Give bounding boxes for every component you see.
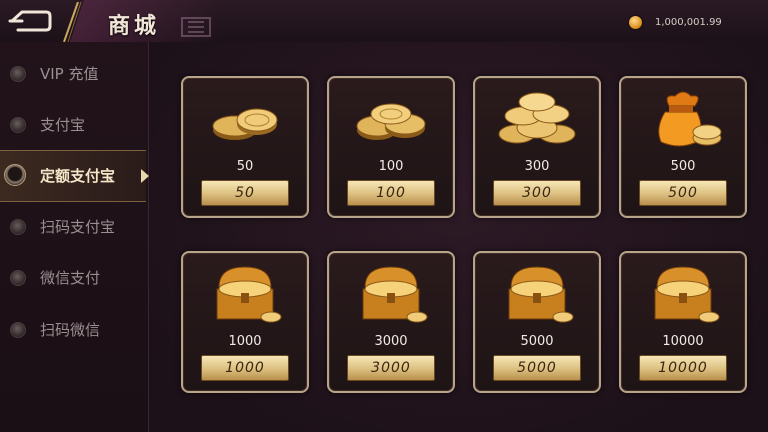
buy-button[interactable]: 10000: [639, 355, 727, 381]
radio-dot-icon: [10, 322, 26, 338]
buy-button[interactable]: 500: [639, 180, 727, 206]
sidebar-item-alipay[interactable]: 支付宝: [0, 100, 146, 150]
radio-dot-icon: [10, 270, 26, 286]
product-card[interactable]: 10000 10000: [619, 251, 747, 393]
product-card[interactable]: 3000 3000: [327, 251, 455, 393]
product-card[interactable]: 300 300: [473, 76, 601, 218]
buy-button[interactable]: 300: [493, 180, 581, 206]
top-bar: 商城 1,000,001.99: [0, 0, 768, 43]
buy-button[interactable]: 1000: [201, 355, 289, 381]
product-card[interactable]: 1000 1000: [181, 251, 309, 393]
product-amount: 50: [236, 159, 254, 174]
sidebar-item-scan-alipay[interactable]: 扫码支付宝: [0, 202, 146, 252]
back-arrow-icon[interactable]: [6, 6, 54, 36]
sidebar-item-label: 扫码支付宝: [40, 218, 116, 236]
gold-coin-icon: [629, 16, 642, 29]
buy-button[interactable]: 3000: [347, 355, 435, 381]
treasure-chest-icon: [508, 266, 574, 323]
sidebar-item-vip-recharge[interactable]: VIP 充值: [0, 49, 146, 99]
sidebar-item-label: VIP 充值: [40, 65, 99, 83]
buy-button[interactable]: 50: [201, 180, 289, 206]
radio-dot-icon: [10, 66, 26, 82]
product-card[interactable]: 5000 5000: [473, 251, 601, 393]
sidebar-item-label: 支付宝: [40, 116, 86, 134]
balance-value: 1,000,001.99: [655, 17, 722, 28]
gold-coins-pile-icon: [356, 103, 426, 140]
buy-button[interactable]: 5000: [493, 355, 581, 381]
treasure-chest-icon: [362, 266, 428, 323]
sidebar-item-fixed-alipay[interactable]: 定额支付宝: [0, 150, 149, 202]
product-amount: 300: [524, 159, 550, 174]
treasure-chest-icon: [654, 266, 720, 323]
payment-method-sidebar: VIP 充值 支付宝 定额支付宝 扫码支付宝 微信支付 扫码微信: [0, 42, 149, 432]
active-arrow-icon: [141, 169, 149, 183]
treasure-chest-icon: [216, 266, 282, 323]
page-title: 商城: [108, 13, 161, 39]
radio-selected-icon: [4, 164, 26, 186]
product-amount: 5000: [520, 334, 554, 349]
product-card[interactable]: 500 500: [619, 76, 747, 218]
product-amount: 500: [670, 159, 696, 174]
title-watermark-icon: [181, 17, 211, 37]
product-amount: 100: [378, 159, 404, 174]
sidebar-item-wechat-pay[interactable]: 微信支付: [0, 253, 146, 303]
gold-coins-small-icon: [212, 108, 278, 140]
sidebar-item-label: 定额支付宝: [40, 167, 116, 185]
product-grid: 50 50 100 100 300 300 500 500 1000 1000 …: [149, 42, 768, 432]
product-amount: 10000: [662, 334, 704, 349]
sidebar-item-label: 微信支付: [40, 269, 101, 287]
radio-dot-icon: [10, 117, 26, 133]
gold-money-bag-icon: [658, 91, 722, 147]
buy-button[interactable]: 100: [347, 180, 435, 206]
product-card[interactable]: 100 100: [327, 76, 455, 218]
gold-coins-large-pile-icon: [498, 92, 576, 144]
product-amount: 3000: [374, 334, 408, 349]
radio-dot-icon: [10, 219, 26, 235]
product-card[interactable]: 50 50: [181, 76, 309, 218]
sidebar-item-label: 扫码微信: [40, 321, 101, 339]
product-amount: 1000: [228, 334, 262, 349]
sidebar-item-scan-wechat[interactable]: 扫码微信: [0, 305, 146, 355]
